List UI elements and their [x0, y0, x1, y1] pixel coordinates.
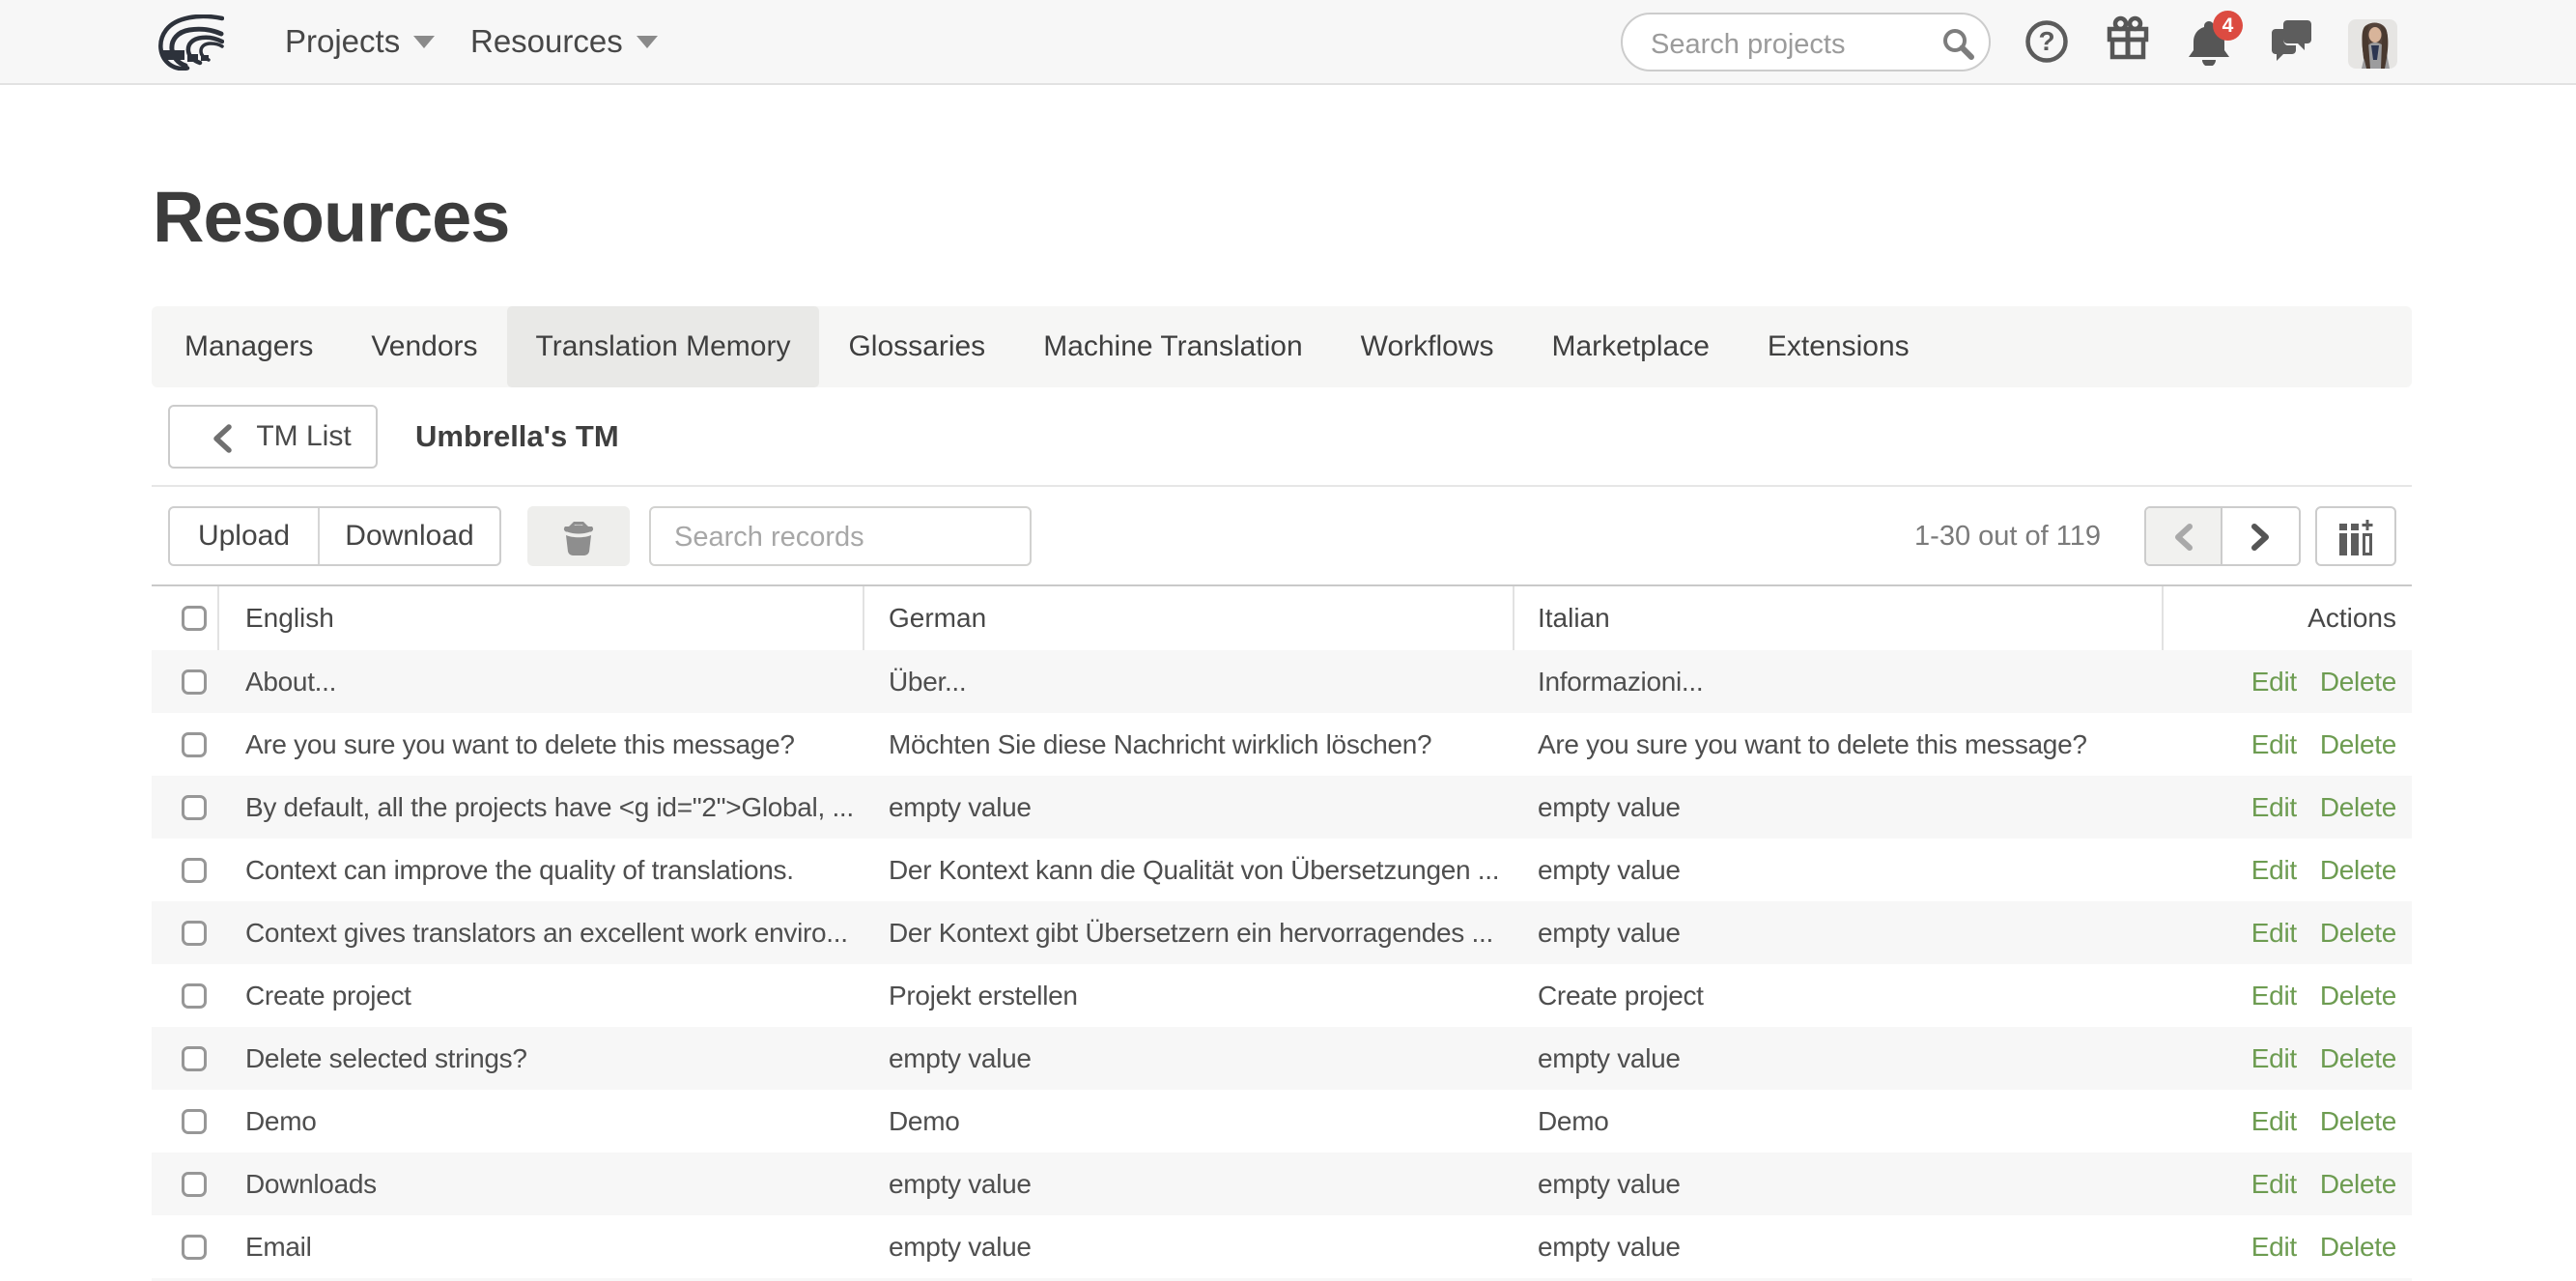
svg-text:?: ? — [2038, 26, 2054, 56]
